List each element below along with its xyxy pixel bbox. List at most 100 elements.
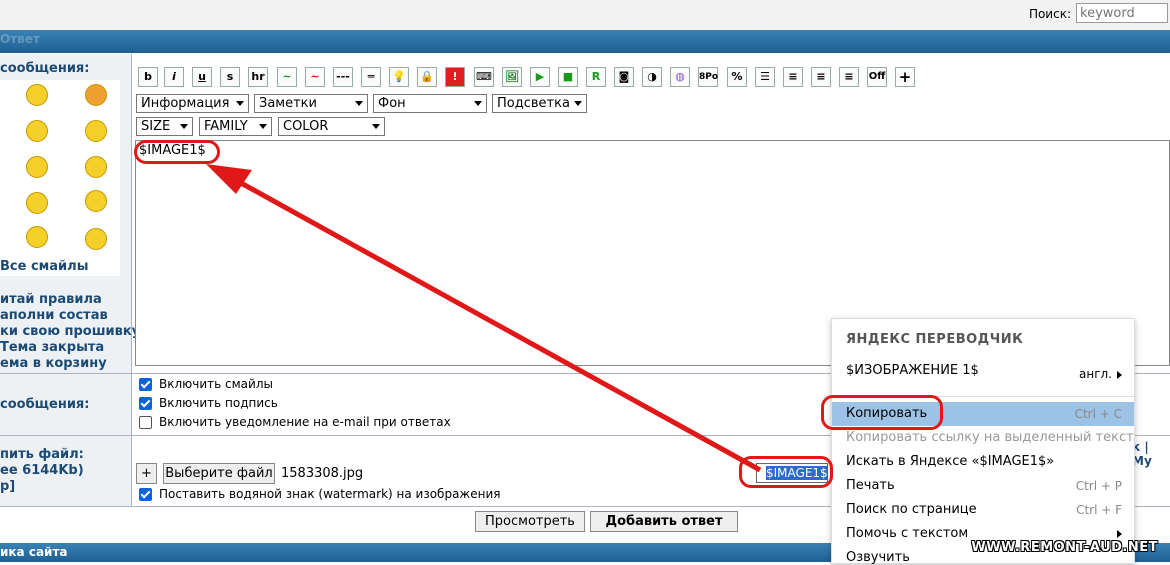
rules-link[interactable]: итай правила [0, 292, 102, 307]
upload-size-limit: ее 6144Kb) [0, 463, 84, 478]
smiley-icon[interactable] [26, 84, 48, 106]
warning-button[interactable]: ! [445, 67, 465, 87]
background-select-value: Фон [378, 96, 406, 111]
smiley-icon[interactable] [85, 190, 107, 212]
green-wave-button[interactable]: ~ [277, 67, 297, 87]
site-watermark: WWW.REMONT-AUD.NET [971, 540, 1158, 555]
composition-link[interactable]: аполни состав [0, 308, 108, 323]
background-select[interactable]: Фон [373, 94, 487, 113]
video-icon[interactable]: ■ [558, 67, 578, 87]
align-left-icon[interactable]: ≡ [783, 67, 803, 87]
chevron-down-icon [259, 124, 267, 129]
trash-link[interactable]: ема в корзину [0, 356, 107, 371]
media-icon[interactable]: ▶ [530, 67, 550, 87]
add-file-button[interactable]: + [136, 463, 157, 484]
section-header-bar: Ответ [0, 30, 1170, 53]
chevron-right-icon [1117, 371, 1122, 379]
enable-smiles-checkbox[interactable] [139, 378, 152, 391]
lightbulb-icon[interactable]: 💡 [389, 67, 409, 87]
email-notify-checkbox[interactable] [139, 416, 152, 429]
watermark-label: Поставить водяной знак (watermark) на из… [159, 487, 501, 501]
color-select[interactable]: COLOR [278, 117, 385, 136]
smiley-icon[interactable] [26, 120, 48, 142]
notes-select[interactable]: Заметки [254, 94, 368, 113]
attach-icon[interactable]: ◙ [614, 67, 634, 87]
top-bar: Поиск: [0, 0, 1170, 30]
size-select[interactable]: SIZE [136, 117, 193, 136]
all-smiles-link[interactable]: Все смайлы [0, 259, 88, 274]
smiley-icon[interactable] [85, 84, 107, 106]
topic-closed-link[interactable]: Тема закрыта [0, 340, 104, 355]
print-shortcut: Ctrl + P [1075, 479, 1122, 493]
spoiler-icon[interactable]: ◑ [642, 67, 662, 87]
context-menu: ЯНДЕКС ПЕРЕВОДЧИК $ИЗОБРАЖЕНИЕ 1$ англ. … [831, 318, 1135, 565]
copy-shortcut: Ctrl + C [1074, 407, 1122, 421]
info-select[interactable]: Информация [136, 94, 249, 113]
help-with-text-item[interactable]: Помочь с текстом [846, 526, 968, 541]
watermark-checkbox[interactable] [139, 488, 152, 501]
speak-item[interactable]: Озвучить [846, 550, 910, 565]
align-center-icon[interactable]: ≡ [811, 67, 831, 87]
lock-icon[interactable]: 🔒 [417, 67, 437, 87]
8po-button[interactable]: 8Po [698, 67, 718, 87]
section-header-text: Ответ [0, 32, 40, 46]
keyboard-icon[interactable]: ⌨ [474, 67, 494, 87]
print-item[interactable]: Печать [846, 478, 895, 493]
enable-signature-label: Включить подпись [159, 396, 278, 410]
chevron-down-icon [574, 101, 582, 106]
email-notify-label: Включить уведомление на e-mail при ответ… [159, 415, 451, 429]
chevron-right-icon [1117, 530, 1122, 538]
copy-link-item[interactable]: Копировать ссылку на выделенный текст [846, 430, 1134, 445]
chevron-down-icon [372, 124, 380, 129]
choose-file-button[interactable]: Выберите файл [163, 463, 275, 484]
red-wave-button[interactable]: ~ [305, 67, 325, 87]
dash-button[interactable]: --- [333, 67, 353, 87]
italic-button[interactable]: i [164, 67, 184, 87]
upload-section-title: пить файл: [0, 447, 84, 462]
upload-tag-highlight [739, 456, 833, 488]
double-line-button[interactable]: ═ [361, 67, 381, 87]
translation-language[interactable]: англ. [1079, 367, 1112, 381]
find-in-page-item[interactable]: Поиск по странице [846, 502, 977, 517]
list-icon[interactable]: ☰ [755, 67, 775, 87]
preview-button[interactable]: Просмотреть [475, 511, 585, 532]
translit-button[interactable]: % [727, 67, 747, 87]
smiley-icon[interactable] [26, 156, 48, 178]
upload-help-link[interactable]: p] [0, 479, 15, 494]
chevron-down-icon [474, 101, 482, 106]
firmware-link[interactable]: ки свою прошивку [0, 324, 140, 339]
enable-smiles-label: Включить смайлы [159, 377, 273, 391]
more-button[interactable]: + [895, 67, 915, 87]
upload-side-links[interactable]: к | Му [1132, 440, 1170, 468]
align-right-icon[interactable]: ≡ [839, 67, 859, 87]
underline-button[interactable]: u [192, 67, 212, 87]
smiles-panel [0, 80, 120, 276]
translator-title: ЯНДЕКС ПЕРЕВОДЧИК [846, 332, 1024, 347]
enable-signature-checkbox[interactable] [139, 397, 152, 410]
search-yandex-item[interactable]: Искать в Яндексе «$IMAGE1$» [846, 454, 1054, 469]
highlight-select-value: Подсветка [497, 96, 570, 111]
hr-button[interactable]: hr [248, 67, 268, 87]
image-icon[interactable]: 🖼 [502, 67, 522, 87]
quote-icon[interactable]: ◍ [670, 67, 690, 87]
help-smiley-icon[interactable] [85, 120, 107, 142]
smiley-icon[interactable] [85, 228, 107, 250]
smiley-icon[interactable] [85, 156, 107, 178]
search-input[interactable] [1076, 3, 1168, 23]
notes-select-value: Заметки [259, 96, 317, 111]
r-button[interactable]: R [586, 67, 606, 87]
submit-reply-button[interactable]: Добавить ответ [590, 511, 738, 532]
strike-button[interactable]: s [220, 67, 240, 87]
off-button[interactable]: Off [867, 67, 887, 87]
translation-result[interactable]: $ИЗОБРАЖЕНИЕ 1$ [846, 363, 979, 378]
bold-button[interactable]: b [138, 67, 158, 87]
highlight-select[interactable]: Подсветка [492, 94, 587, 113]
family-select[interactable]: FAMILY [199, 117, 272, 136]
column-divider [131, 54, 132, 506]
info-select-value: Информация [141, 96, 230, 111]
smiley-icon[interactable] [26, 226, 48, 248]
chevron-down-icon [355, 101, 363, 106]
smiley-icon[interactable] [26, 192, 48, 214]
chevron-down-icon [236, 101, 244, 106]
message-section-title: сообщения: [0, 61, 90, 76]
